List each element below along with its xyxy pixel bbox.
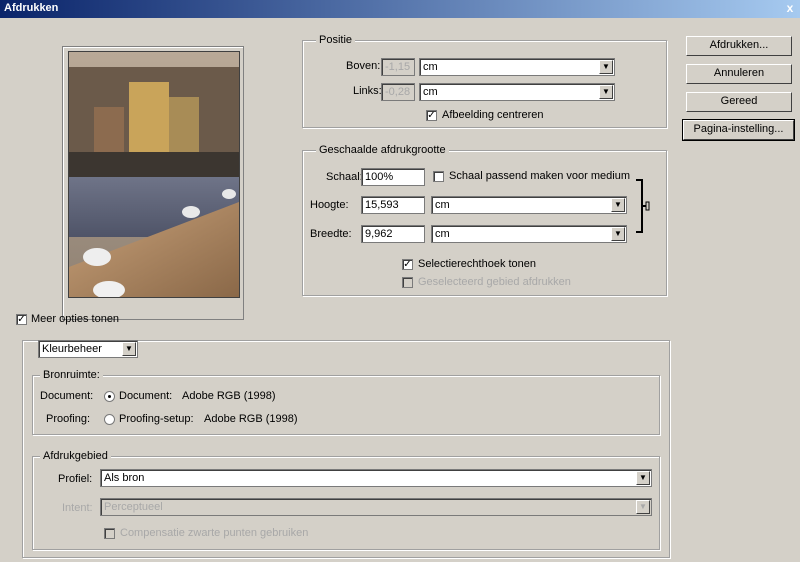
document-profile-value: Adobe RGB (1998) — [182, 390, 276, 402]
height-label: Hoogte: — [310, 199, 349, 211]
height-unit-select[interactable]: cm ▼ — [431, 196, 627, 214]
chevron-down-icon[interactable]: ▼ — [599, 60, 613, 74]
scaled-size-legend: Geschaalde afdrukgrootte — [316, 144, 449, 156]
proofing-radio-label: Proofing-setup: — [119, 413, 194, 425]
chevron-down-icon[interactable]: ▼ — [611, 227, 625, 241]
proofing-label: Proofing: — [46, 413, 91, 425]
print-dialog: Positie Boven: -1,15 cm ▼ Links: -0,28 c… — [0, 18, 800, 562]
title-bar: Afdrukken x — [0, 0, 800, 18]
document-radio[interactable] — [104, 391, 115, 402]
profile-label: Profiel: — [58, 473, 93, 485]
options-mode-value: Kleurbeheer — [42, 343, 102, 355]
print-button[interactable]: Afdrukken... — [686, 36, 792, 56]
preview-image — [68, 51, 240, 298]
scale-label: Schaal: — [326, 171, 363, 183]
print-space-legend: Afdrukgebied — [40, 450, 111, 462]
print-selected-area-checkbox[interactable] — [402, 277, 413, 288]
cancel-button[interactable]: Annuleren — [686, 64, 792, 84]
intent-label: Intent: — [62, 502, 93, 514]
black-point-checkbox[interactable] — [104, 528, 115, 539]
intent-select[interactable]: Perceptueel ▼ — [100, 498, 652, 516]
more-options-checkbox[interactable]: ✓ — [16, 314, 27, 325]
document-radio-label: Document: — [119, 390, 173, 402]
width-unit-value: cm — [435, 228, 450, 240]
width-input[interactable]: 9,962 — [361, 225, 425, 243]
source-space-legend: Bronruimte: — [40, 369, 103, 381]
intent-value: Perceptueel — [104, 501, 163, 513]
document-label: Document: — [40, 390, 94, 402]
top-label: Boven: — [346, 60, 381, 72]
scale-to-fit-checkbox[interactable] — [433, 171, 444, 182]
scale-input[interactable]: 100% — [361, 168, 425, 186]
scale-to-fit-label: Schaal passend maken voor medium — [449, 170, 630, 182]
height-unit-value: cm — [435, 199, 450, 211]
show-bounding-box-checkbox[interactable]: ✓ — [402, 259, 413, 270]
center-image-checkbox[interactable]: ✓ — [426, 110, 437, 121]
window-title: Afdrukken — [4, 2, 59, 14]
left-input[interactable]: -0,28 — [381, 83, 415, 101]
profile-select[interactable]: Als bron ▼ — [100, 469, 652, 487]
width-unit-select[interactable]: cm ▼ — [431, 225, 627, 243]
page-setup-button[interactable]: Pagina-instelling... — [682, 119, 795, 141]
black-point-label: Compensatie zwarte punten gebruiken — [120, 527, 309, 539]
chevron-down-icon[interactable]: ▼ — [636, 471, 650, 485]
options-mode-select[interactable]: Kleurbeheer ▼ — [38, 340, 138, 358]
proofing-radio[interactable] — [104, 414, 115, 425]
width-label: Breedte: — [310, 228, 352, 240]
chevron-down-icon[interactable]: ▼ — [599, 85, 613, 99]
top-input[interactable]: -1,15 — [381, 58, 415, 76]
height-input[interactable]: 15,593 — [361, 196, 425, 214]
chevron-down-icon[interactable]: ▼ — [611, 198, 625, 212]
left-unit-select[interactable]: cm ▼ — [419, 83, 615, 101]
center-image-label: Afbeelding centreren — [442, 109, 544, 121]
chain-link-icon — [636, 178, 650, 234]
print-selected-area-label: Geselecteerd gebied afdrukken — [418, 276, 571, 288]
left-unit-value: cm — [423, 86, 438, 98]
more-options-label: Meer opties tonen — [31, 313, 120, 325]
close-icon[interactable]: x — [784, 1, 796, 15]
top-unit-select[interactable]: cm ▼ — [419, 58, 615, 76]
top-unit-value: cm — [423, 61, 438, 73]
chevron-down-icon[interactable]: ▼ — [122, 342, 136, 356]
show-bounding-box-label: Selectierechthoek tonen — [418, 258, 537, 270]
chevron-down-icon[interactable]: ▼ — [636, 500, 650, 514]
profile-value: Als bron — [104, 472, 145, 484]
proofing-profile-value: Adobe RGB (1998) — [204, 413, 298, 425]
position-legend: Positie — [316, 34, 356, 46]
done-button[interactable]: Gereed — [686, 92, 792, 112]
source-space-group — [32, 375, 660, 435]
left-label: Links: — [353, 85, 382, 97]
